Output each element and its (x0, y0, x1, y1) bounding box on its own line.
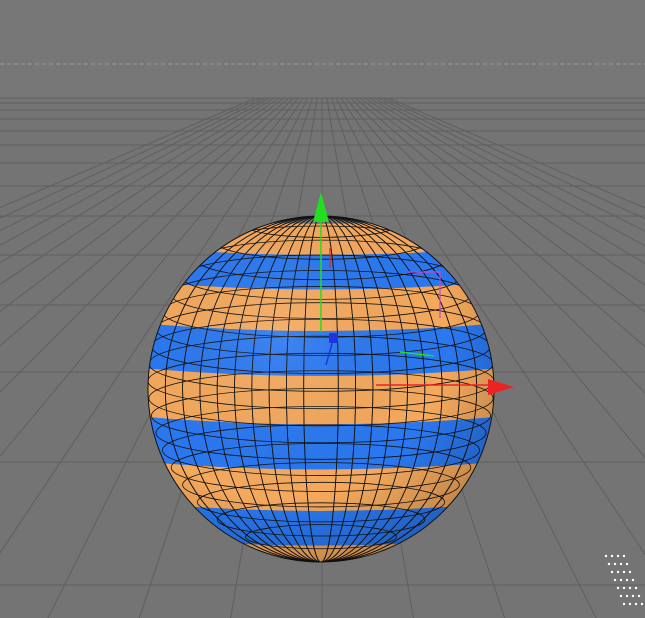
corner-dot (625, 578, 629, 582)
corner-dot (634, 602, 638, 606)
corner-dot (610, 570, 614, 574)
corner-dot (616, 586, 620, 590)
corner-dot (625, 562, 629, 566)
corner-dot (610, 554, 614, 558)
corner-dot (616, 554, 620, 558)
corner-dot (631, 578, 635, 582)
corner-dot (622, 554, 626, 558)
corner-dot (613, 562, 617, 566)
z-axis-handle-icon[interactable] (329, 333, 338, 343)
corner-dot (619, 594, 623, 598)
corner-dot (637, 594, 641, 598)
corner-dot (619, 562, 623, 566)
corner-dot (628, 586, 632, 590)
corner-dot (613, 578, 617, 582)
corner-dot (622, 570, 626, 574)
corner-dot (607, 562, 611, 566)
corner-dot (625, 594, 629, 598)
corner-dot (628, 570, 632, 574)
corner-dot (622, 602, 626, 606)
corner-dot (640, 602, 644, 606)
3d-viewport[interactable] (0, 0, 645, 618)
corner-dot (634, 586, 638, 590)
corner-dot (619, 578, 623, 582)
corner-dot (616, 570, 620, 574)
corner-dot (604, 554, 608, 558)
viewport-scene[interactable] (0, 0, 645, 618)
sky-area (0, 0, 645, 98)
corner-dot (622, 586, 626, 590)
corner-dot (628, 602, 632, 606)
corner-dot (631, 594, 635, 598)
